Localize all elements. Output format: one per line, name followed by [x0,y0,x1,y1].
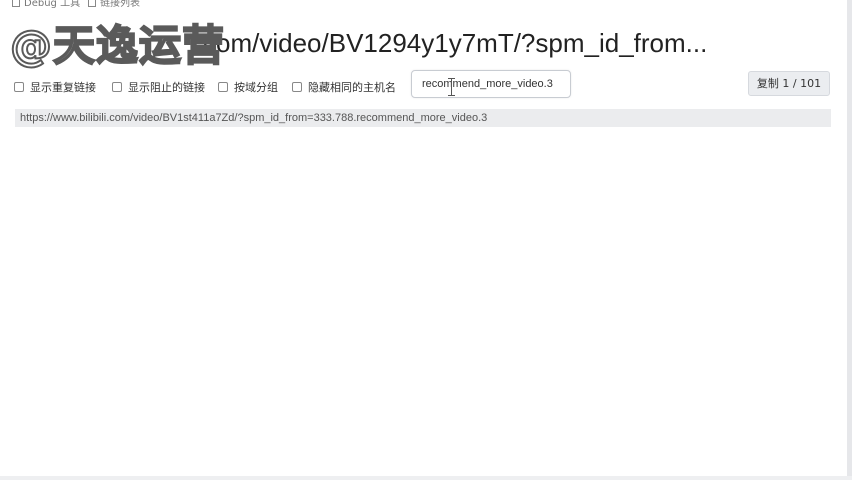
checkbox[interactable] [112,82,122,92]
list-icon [88,0,96,7]
top-toolbar-strip: Debug 工具 链接列表 [0,0,852,8]
doc-icon [12,0,20,7]
scrollbar-track[interactable] [847,0,852,480]
watermark-logo: @天逸运营 [9,20,226,71]
checkbox[interactable] [14,82,24,92]
filter-input[interactable]: recommend_more_video.3 [411,70,571,98]
copy-button[interactable]: 复制 1 / 101 [748,71,830,96]
link-list-item[interactable]: https://www.bilibili.com/video/BV1st411a… [15,109,831,127]
page-title-url: com/video/BV1294y1y7mT/?spm_id_from... [203,28,708,58]
top-item-2[interactable]: 链接列表 [88,0,140,8]
top-item-1[interactable]: Debug 工具 [12,0,80,8]
checkbox[interactable] [292,82,302,92]
option-show-duplicates[interactable]: 显示重复链接 [14,79,96,95]
option-show-blocked[interactable]: 显示阻止的链接 [112,79,205,95]
checkbox[interactable] [218,82,228,92]
text-cursor-icon [448,78,455,96]
bottom-border [0,476,852,480]
option-hide-same-host[interactable]: 隐藏相同的主机名 [292,79,396,95]
option-group-by-domain[interactable]: 按域分组 [218,79,278,95]
